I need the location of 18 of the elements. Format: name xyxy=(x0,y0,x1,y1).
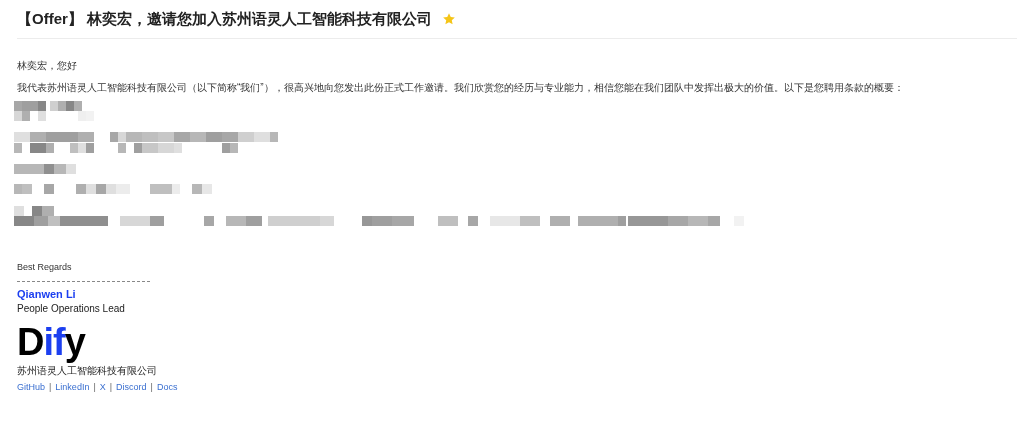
company-logo: Dify xyxy=(17,320,85,364)
footer-link[interactable]: X xyxy=(99,382,106,392)
footer-link[interactable]: Docs xyxy=(156,382,178,392)
closing-text: Best Regards xyxy=(17,262,73,272)
job-title: People Operations Lead xyxy=(17,303,126,314)
footer-link[interactable]: Discord xyxy=(116,382,147,392)
company-name: 苏州语灵人工智能科技有限公司 xyxy=(17,364,158,378)
star-icon[interactable] xyxy=(442,12,456,26)
link-separator: | xyxy=(109,382,113,392)
footer-link[interactable]: GitHub xyxy=(17,382,45,392)
link-separator: | xyxy=(93,382,96,392)
link-separator: | xyxy=(49,382,52,392)
email-subject: 【Offer】 林奕宏，邀请您加入苏州语灵人工智能科技有限公司 xyxy=(17,9,432,29)
intro-paragraph: 我代表苏州语灵人工智能科技有限公司（以下简称“我们”），很高兴地向您发出此份正式工作邀请。我们欣赏您的经历与专业能力，相信您能在我们团队中发挥出极大的价值。以下是您聘用条款的概要： xyxy=(17,81,905,95)
signature-name: Qianwen Li xyxy=(17,288,77,300)
footer-link[interactable]: LinkedIn xyxy=(55,382,90,392)
greeting: 林奕宏，您好 xyxy=(17,59,78,73)
link-separator: | xyxy=(150,382,153,392)
